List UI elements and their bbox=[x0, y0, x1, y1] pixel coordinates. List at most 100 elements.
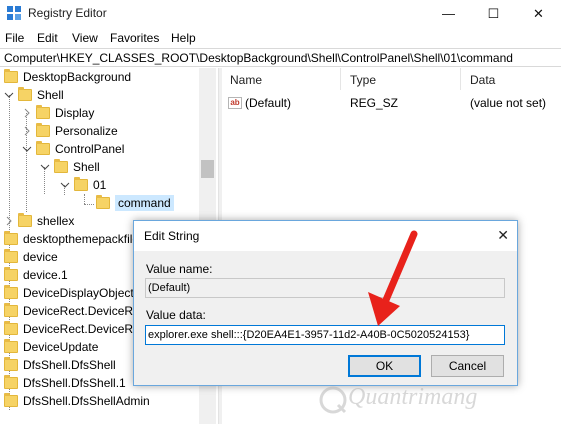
tree-item-label: DeviceDisplayObject bbox=[23, 286, 134, 300]
folder-icon bbox=[36, 105, 50, 119]
tree-item-device[interactable]: device bbox=[4, 248, 58, 266]
dialog-title-bar: Edit String ✕ bbox=[134, 221, 517, 251]
tree-item-personalize[interactable]: Personalize bbox=[22, 122, 118, 140]
tree-item-label: Shell bbox=[37, 88, 64, 102]
value-data-input[interactable]: explorer.exe shell:::{D20EA4E1-3957-11d2… bbox=[145, 325, 505, 345]
tree-item-device-1[interactable]: device.1 bbox=[4, 266, 68, 284]
close-icon[interactable]: ✕ bbox=[497, 227, 509, 244]
folder-icon bbox=[4, 375, 18, 389]
menu-bar: File Edit View Favorites Help bbox=[0, 27, 561, 48]
cancel-button[interactable]: Cancel bbox=[431, 355, 504, 377]
tree-item-label: DesktopBackground bbox=[23, 70, 132, 84]
tree-item-label: DeviceRect.DeviceRec bbox=[23, 304, 146, 318]
value-name-label: Value name: bbox=[146, 262, 213, 276]
address-bar[interactable]: Computer\HKEY_CLASSES_ROOT\DesktopBackgr… bbox=[0, 48, 561, 67]
tree-item-label: device.1 bbox=[23, 268, 68, 282]
chevron-down-icon[interactable] bbox=[60, 180, 70, 190]
list-row[interactable]: ab (Default) bbox=[228, 94, 291, 112]
tree-item-label: DfsShell.DfsShell bbox=[23, 358, 116, 372]
column-separator[interactable] bbox=[340, 68, 341, 90]
folder-icon bbox=[4, 231, 18, 245]
tree-item-command[interactable]: command bbox=[96, 194, 174, 212]
watermark-logo-icon bbox=[319, 386, 347, 414]
column-separator[interactable] bbox=[460, 68, 461, 90]
value-name-field-text: (Default) bbox=[148, 282, 191, 294]
tree-item-shell-sub[interactable]: Shell bbox=[40, 158, 100, 176]
folder-icon bbox=[54, 159, 68, 173]
folder-icon bbox=[4, 267, 18, 281]
folder-icon bbox=[18, 87, 32, 101]
tree-item-shellex[interactable]: shellex bbox=[4, 212, 74, 230]
tree-item-controlpanel[interactable]: ControlPanel bbox=[22, 140, 124, 158]
tree-item-label: shellex bbox=[37, 214, 75, 228]
tree-item-label: DfsShell.DfsShell.1 bbox=[23, 376, 126, 390]
tree-item-label: DeviceUpdate bbox=[23, 340, 99, 354]
tree-item-dfsshell[interactable]: DfsShell.DfsShell bbox=[4, 356, 116, 374]
tree-item-label: ControlPanel bbox=[55, 142, 125, 156]
tree-item-devicerect-2[interactable]: DeviceRect.DeviceRec bbox=[4, 320, 146, 338]
folder-icon bbox=[4, 321, 18, 335]
chevron-down-icon[interactable] bbox=[22, 144, 32, 154]
close-button[interactable]: ✕ bbox=[516, 0, 561, 27]
red-arrow-annotation bbox=[368, 230, 418, 326]
tree-item-label: Personalize bbox=[55, 124, 118, 138]
address-path[interactable]: Computer\HKEY_CLASSES_ROOT\DesktopBackgr… bbox=[4, 51, 513, 65]
tree-guide-line bbox=[84, 194, 85, 204]
list-row-type[interactable]: REG_SZ bbox=[350, 94, 398, 112]
chevron-down-icon[interactable] bbox=[40, 162, 50, 172]
tree-scrollbar-thumb[interactable] bbox=[201, 160, 214, 178]
value-name: (Default) bbox=[245, 96, 292, 110]
menu-file[interactable]: File bbox=[5, 31, 24, 45]
folder-icon bbox=[36, 141, 50, 155]
folder-icon bbox=[4, 285, 18, 299]
list-row-data[interactable]: (value not set) bbox=[470, 94, 546, 112]
ok-button[interactable]: OK bbox=[348, 355, 421, 377]
tree-item-dfsshelladmin[interactable]: DfsShell.DfsShellAdmin bbox=[4, 392, 150, 410]
registry-editor-icon bbox=[6, 5, 22, 21]
tree-guide-line bbox=[84, 204, 94, 205]
value-data-input-text[interactable]: explorer.exe shell:::{D20EA4E1-3957-11d2… bbox=[148, 329, 469, 341]
minimize-button[interactable]: — bbox=[426, 0, 471, 27]
tree-item-label-selected: command bbox=[115, 195, 174, 211]
value-data-label: Value data: bbox=[146, 308, 206, 322]
chevron-down-icon[interactable] bbox=[4, 90, 14, 100]
chevron-right-icon[interactable] bbox=[22, 126, 32, 136]
chevron-right-icon[interactable] bbox=[4, 216, 14, 226]
tree-item-label: desktopthemepackfile bbox=[23, 232, 140, 246]
menu-help[interactable]: Help bbox=[171, 31, 196, 45]
tree-item-shell[interactable]: Shell bbox=[4, 86, 64, 104]
folder-icon bbox=[4, 249, 18, 263]
folder-icon bbox=[36, 123, 50, 137]
menu-edit[interactable]: Edit bbox=[37, 31, 58, 45]
tree-item-label: device bbox=[23, 250, 58, 264]
folder-icon bbox=[74, 177, 88, 191]
tree-item-dfsshell-1[interactable]: DfsShell.DfsShell.1 bbox=[4, 374, 126, 392]
watermark-text: Quantrimang bbox=[348, 384, 478, 410]
tree-item-01[interactable]: 01 bbox=[60, 176, 106, 194]
tree-item-desktopbackground[interactable]: DesktopBackground bbox=[4, 68, 131, 86]
column-header-data[interactable]: Data bbox=[470, 73, 495, 87]
column-header-type[interactable]: Type bbox=[350, 73, 376, 87]
tree-item-label: Shell bbox=[73, 160, 100, 174]
tree-item-display[interactable]: Display bbox=[22, 104, 94, 122]
tree-item-devicedisplayobject[interactable]: DeviceDisplayObject bbox=[4, 284, 134, 302]
value-name-field: (Default) bbox=[145, 278, 505, 298]
tree-item-label: Display bbox=[55, 106, 95, 120]
tree-item-desktopthemepackfile[interactable]: desktopthemepackfile bbox=[4, 230, 139, 248]
menu-view[interactable]: View bbox=[72, 31, 98, 45]
edit-string-dialog: Edit String ✕ Value name: (Default) Valu… bbox=[133, 220, 518, 386]
folder-icon bbox=[4, 357, 18, 371]
menu-favorites[interactable]: Favorites bbox=[110, 31, 159, 45]
tree-item-devicerect-1[interactable]: DeviceRect.DeviceRec bbox=[4, 302, 146, 320]
watermark: Quantrimang bbox=[318, 380, 558, 420]
window-title: Registry Editor bbox=[28, 6, 107, 20]
folder-icon bbox=[4, 303, 18, 317]
folder-icon bbox=[4, 339, 18, 353]
title-bar: Registry Editor — ☐ ✕ bbox=[0, 0, 561, 27]
folder-icon bbox=[96, 195, 110, 209]
chevron-right-icon[interactable] bbox=[22, 108, 32, 118]
tree-item-deviceupdate[interactable]: DeviceUpdate bbox=[4, 338, 98, 356]
tree-item-label: 01 bbox=[93, 178, 107, 192]
maximize-button[interactable]: ☐ bbox=[471, 0, 516, 27]
column-header-name[interactable]: Name bbox=[230, 73, 262, 87]
